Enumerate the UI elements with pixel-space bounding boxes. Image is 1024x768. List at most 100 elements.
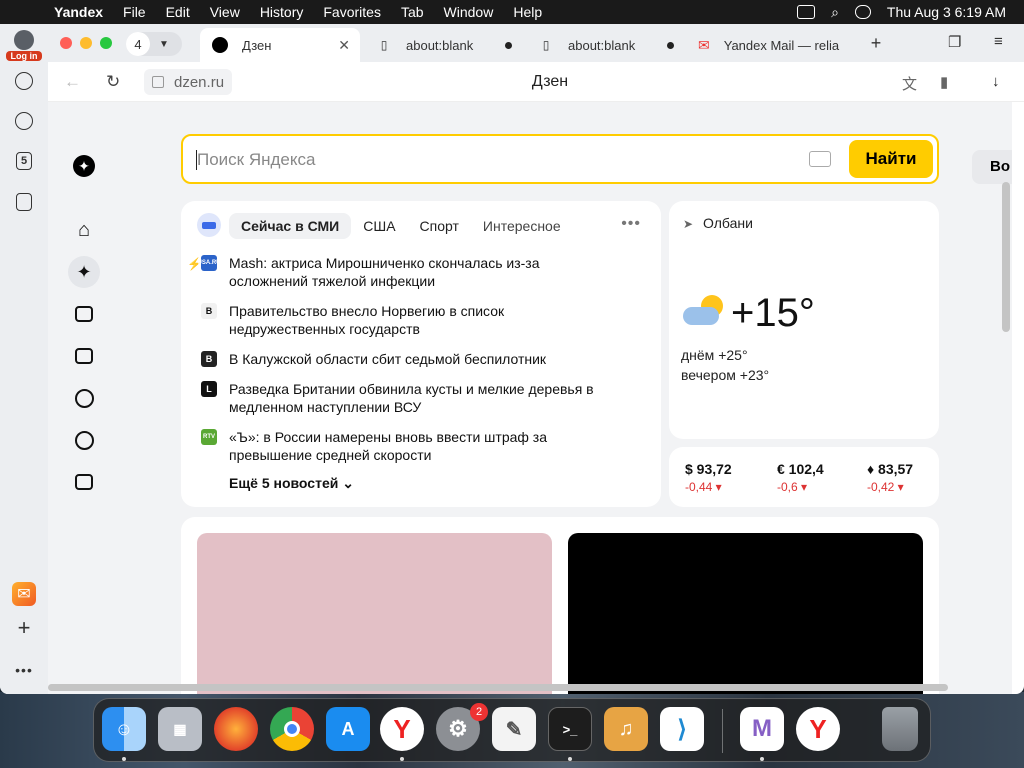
finder-icon[interactable]: ☺ (102, 707, 146, 751)
rate-change: -0,44 ▾ (685, 480, 722, 494)
add-panel-icon[interactable]: + (12, 615, 36, 640)
running-indicator (400, 757, 404, 761)
tab-dzen[interactable]: Дзен ✕ (200, 28, 360, 62)
articles-icon[interactable] (72, 344, 96, 368)
browser-side-panel: Log in 5 ✉ + ••• (0, 24, 48, 694)
search-input[interactable]: Поиск Яндекса (197, 150, 315, 170)
translate-icon[interactable]: 文 (902, 73, 917, 94)
shorts-icon[interactable] (72, 386, 96, 410)
channels-icon[interactable] (72, 428, 96, 452)
menu-app-name[interactable]: Yandex (54, 4, 103, 20)
tab-sport[interactable]: Спорт (408, 213, 471, 239)
tab-about-blank-1[interactable]: ▯ about:blank (364, 28, 524, 62)
tab-yandex-mail[interactable]: ✉ Yandex Mail — relia (686, 28, 846, 62)
video-icon[interactable] (72, 302, 96, 326)
menu-help[interactable]: Help (513, 4, 542, 20)
tabs-count-icon[interactable]: 5 (12, 149, 36, 173)
rate-oil[interactable]: ♦ 83,57 -0,42 ▾ (867, 461, 913, 494)
tab-interesting[interactable]: Интересное (471, 213, 573, 239)
tab-now-in-media[interactable]: Сейчас в СМИ (229, 213, 352, 239)
vscode-icon[interactable]: ⟩ (660, 707, 704, 751)
login-button[interactable]: Log in (6, 30, 42, 61)
tab-usa[interactable]: США (351, 213, 407, 239)
rate-usd[interactable]: $ 93,72 -0,44 ▾ (685, 461, 732, 494)
more-news-button[interactable]: Ещё 5 новостей ⌄ (229, 475, 354, 492)
clock[interactable]: Thu Aug 3 6:19 AM (887, 4, 1006, 20)
rate-eur[interactable]: € 102,4 -0,6 ▾ (777, 461, 824, 494)
menu-view[interactable]: View (210, 4, 240, 20)
mail-icon: ✉ (698, 36, 710, 53)
minimize-window-button[interactable] (80, 37, 92, 49)
menu-icon[interactable]: ≡ (994, 33, 1003, 50)
feed-card[interactable] (197, 533, 552, 694)
yandex-browser-icon[interactable]: Y (380, 707, 424, 751)
close-tab-icon[interactable]: ✕ (338, 37, 350, 54)
history-icon[interactable] (12, 69, 36, 93)
weather-widget[interactable]: ➤ Олбани +15° днём +25° вечером +23° (669, 201, 939, 439)
more-news-label: Ещё 5 новостей (229, 475, 339, 491)
rate-change: -0,42 ▾ (867, 480, 904, 494)
yandex-icon[interactable]: Y (796, 707, 840, 751)
partly-cloudy-icon (683, 295, 725, 327)
terminal-icon[interactable]: >_ (548, 707, 592, 751)
news-item[interactable]: B Правительство внесло Норвегию в список… (201, 302, 621, 338)
document-icon: ▯ (542, 38, 550, 52)
maximize-window-button[interactable] (100, 37, 112, 49)
news-item[interactable]: RTV «Ъ»: в России намерены вновь ввести … (201, 428, 621, 464)
trash-icon[interactable] (882, 707, 918, 751)
downloads-icon[interactable]: ↓ (992, 73, 1000, 90)
news-item[interactable]: B В Калужской области сбит седьмой беспи… (201, 350, 621, 368)
screenshot-icon[interactable] (12, 190, 36, 214)
notification-badge: 2 (470, 703, 488, 721)
collections-icon[interactable]: ❐ (948, 33, 961, 51)
menu-favorites[interactable]: Favorites (323, 4, 381, 20)
bookmark-icon[interactable]: ▮ (940, 73, 948, 91)
login-side-button[interactable]: Во (972, 150, 1012, 184)
menu-tab[interactable]: Tab (401, 4, 424, 20)
launchpad-icon[interactable]: ▦ (158, 707, 202, 751)
forecast-day: днём +25° (681, 347, 748, 363)
tab-about-blank-2[interactable]: ▯ about:blank (526, 28, 686, 62)
horizontal-scrollbar[interactable] (48, 684, 948, 691)
tab-count-button[interactable]: 4 ▼ (126, 32, 182, 56)
rates-widget[interactable]: $ 93,72 -0,44 ▾ € 102,4 -0,6 ▾ ♦ 83,57 -… (669, 447, 939, 507)
news-headline: Разведка Британии обвинила кусты и мелки… (229, 381, 594, 415)
news-item[interactable]: L Разведка Британии обвинила кусты и мел… (201, 380, 621, 416)
firefox-icon[interactable] (214, 707, 258, 751)
menu-edit[interactable]: Edit (166, 4, 190, 20)
recommendations-icon[interactable]: ✦ (68, 256, 100, 288)
menu-history[interactable]: History (260, 4, 304, 20)
screen-mirroring-icon[interactable] (797, 5, 816, 19)
menu-window[interactable]: Window (444, 4, 494, 20)
home-icon[interactable]: ⌂ (72, 218, 96, 242)
more-options-icon[interactable]: ••• (621, 215, 641, 233)
source-logo: L (201, 381, 217, 397)
control-center-icon[interactable] (854, 5, 871, 19)
more-options-icon[interactable]: ••• (12, 658, 36, 682)
keyboard-icon[interactable] (809, 151, 831, 167)
search-button[interactable]: Найти (849, 140, 933, 178)
vertical-scrollbar[interactable] (1002, 182, 1010, 332)
login-label: Log in (6, 51, 42, 61)
close-window-button[interactable] (60, 37, 72, 49)
news-tabs: Сейчас в СМИ США Спорт Интересное (229, 213, 573, 239)
app-store-icon[interactable]: A (326, 707, 370, 751)
textedit-icon[interactable]: ✎ (492, 707, 536, 751)
yandex-mail-widget-icon[interactable]: ✉ (12, 582, 36, 606)
unsaved-dot-icon (505, 41, 512, 49)
chrome-icon[interactable] (270, 707, 314, 751)
subscriptions-icon[interactable] (72, 470, 96, 494)
rate-value: 83,57 (878, 461, 914, 477)
menu-file[interactable]: File (123, 4, 146, 20)
dzen-logo-icon[interactable]: ✦ (72, 154, 96, 178)
tab-title: about:blank (568, 37, 636, 53)
news-headline: «Ъ»: в России намерены вновь ввести штра… (229, 429, 548, 463)
new-tab-button[interactable]: + (866, 33, 886, 53)
spotlight-search-icon[interactable]: ⌕ (831, 4, 839, 21)
news-item[interactable]: USA.RU Mash: актриса Мирошниченко сконча… (198, 254, 621, 290)
visual-studio-icon[interactable]: M (740, 707, 784, 751)
garageband-icon[interactable]: ♫ (604, 707, 648, 751)
window-controls (60, 37, 112, 49)
media-play-icon[interactable] (12, 109, 36, 133)
feed-card[interactable] (568, 533, 923, 694)
